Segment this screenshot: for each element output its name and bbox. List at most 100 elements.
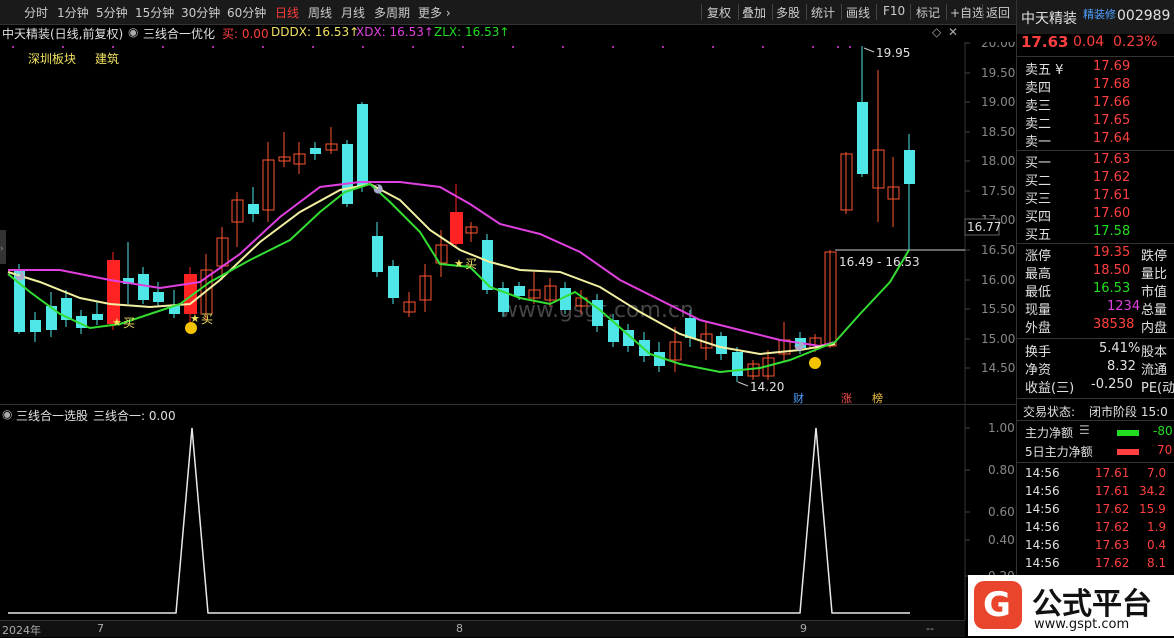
divider <box>738 4 739 20</box>
tab-multi[interactable]: 多周期 <box>374 4 410 21</box>
cur-vol-label: 现量 <box>1025 303 1052 318</box>
pe-label: PE(动 <box>1141 381 1174 396</box>
bid1-price: 17.63 <box>1093 152 1131 167</box>
high-label: 最高 <box>1025 267 1052 282</box>
divider <box>806 4 807 20</box>
date-axis: 2024年 7 8 9 -- <box>0 620 965 637</box>
stats-button[interactable]: 统计 <box>811 4 835 21</box>
diamond-icon[interactable]: ◇ <box>932 25 941 39</box>
divider <box>910 4 911 20</box>
stock-name: 中天精装 <box>1021 11 1077 27</box>
tick-vol: 34.2 <box>1139 484 1166 498</box>
selection-indicator-chart[interactable]: 1.00 0.80 0.60 0.40 0.20 <box>0 405 1016 620</box>
kline-chart[interactable]: www.gsgt.com.cn 20.00 19.50 19.00 18.50 … <box>0 42 1016 405</box>
top-dots <box>12 46 851 48</box>
divider <box>946 4 947 20</box>
buy-marker: 买 <box>123 316 135 330</box>
add-watchlist-button[interactable]: +自选 <box>950 4 984 21</box>
xdx-value: XDX: 16.53↑ <box>356 25 434 39</box>
bid4-price: 17.60 <box>1093 206 1131 221</box>
ask2-label: 卖二 <box>1025 117 1052 132</box>
divider <box>876 4 877 20</box>
quote-panel: 中天精装 精装修 002989 17.63 0.04 0.23% 卖五 ¥ 17… <box>1016 0 1174 636</box>
chart-header: 中天精装(日线,前复权) ◉ 三线合一优化 买: 0.00 DDDX: 16.5… <box>0 24 965 42</box>
ask5-label: 卖五 ¥ <box>1025 63 1064 78</box>
tab-5min[interactable]: 5分钟 <box>96 4 128 21</box>
tab-15min[interactable]: 15分钟 <box>135 4 174 21</box>
bid2-price: 17.62 <box>1093 170 1131 185</box>
zoom-out-button[interactable]: -- <box>926 622 934 635</box>
price-tick: 18.50 <box>981 125 1015 139</box>
outer-label: 外盘 <box>1025 321 1052 336</box>
price-tick: 16.00 <box>981 273 1015 287</box>
bid1-label: 买一 <box>1025 156 1052 171</box>
price-change: 0.04 <box>1073 34 1105 50</box>
chevron-left-icon[interactable]: › <box>0 244 4 254</box>
trade-status: 闭市阶段 15:0 <box>1089 405 1168 419</box>
tick-price: 17.62 <box>1095 520 1130 534</box>
tab-60min[interactable]: 60分钟 <box>227 4 266 21</box>
tab-daily[interactable]: 日线 <box>275 4 299 21</box>
sub-tick: 0.40 <box>988 533 1015 547</box>
turnover-label: 换手 <box>1025 345 1052 360</box>
share-cap-label: 股本 <box>1141 345 1168 360</box>
signal-line <box>8 427 910 614</box>
mktcap-label: 市值 <box>1141 285 1168 300</box>
f10-button[interactable]: F10 <box>883 4 905 18</box>
inner-label: 内盘 <box>1141 321 1168 336</box>
main-net-bar <box>1117 430 1139 436</box>
tab-more[interactable]: 更多 › <box>418 4 451 21</box>
tick-price: 17.63 <box>1095 538 1130 552</box>
main-net-label: 主力净额 <box>1025 426 1074 440</box>
total-vol-label: 总量 <box>1141 303 1168 318</box>
close-icon[interactable]: ✕ <box>948 25 958 39</box>
indicator-dropdown-icon[interactable]: ◉ <box>128 25 138 39</box>
tab-fenshi[interactable]: 分时 <box>24 4 48 21</box>
tab-30min[interactable]: 30分钟 <box>181 4 220 21</box>
back-button[interactable]: 返回 <box>986 4 1010 21</box>
period-toolbar: 分时 1分钟 5分钟 15分钟 30分钟 60分钟 日线 周线 月线 多周期 更… <box>0 0 1016 25</box>
smile-icon <box>809 357 821 369</box>
float-label: 流通 <box>1141 363 1168 378</box>
sector-tag[interactable]: 精装修 <box>1083 6 1116 22</box>
ask2-price: 17.65 <box>1093 113 1131 128</box>
month-label: 9 <box>800 622 807 635</box>
bid3-price: 17.61 <box>1093 188 1131 203</box>
tick-price: 17.61 <box>1095 484 1130 498</box>
tick-vol: 15.9 <box>1139 502 1166 516</box>
tab-1min[interactable]: 1分钟 <box>57 4 89 21</box>
bid3-label: 买三 <box>1025 192 1052 207</box>
tick-time: 14:56 <box>1025 466 1060 480</box>
indicator-name[interactable]: 三线合一优化 <box>143 25 215 42</box>
price-tick: 20.00 <box>981 42 1015 50</box>
event-finance[interactable]: 财 <box>793 391 804 405</box>
overlay-button[interactable]: 叠加 <box>742 4 766 21</box>
bid5-label: 买五 <box>1025 228 1052 243</box>
eps-value: -0.250 <box>1091 377 1133 392</box>
price-tick: 19.50 <box>981 66 1015 80</box>
tick-vol: 0.4 <box>1147 538 1167 552</box>
divider <box>701 4 702 20</box>
divider <box>841 4 842 20</box>
price-change-pct: 0.23% <box>1113 34 1158 50</box>
tick-time: 14:56 <box>1025 556 1060 570</box>
draw-button[interactable]: 画线 <box>846 4 870 21</box>
price-tick: 18.00 <box>981 154 1015 168</box>
buy-marker: 买 <box>465 257 477 271</box>
list-icon[interactable]: ☰ <box>1079 423 1090 437</box>
signal-icon: ◕ <box>794 338 805 352</box>
zlx-value: ZLX: 16.53↑ <box>434 25 510 39</box>
tick-time: 14:56 <box>1025 538 1060 552</box>
tab-weekly[interactable]: 周线 <box>308 4 332 21</box>
multistock-button[interactable]: 多股 <box>776 4 800 21</box>
ask4-price: 17.68 <box>1093 77 1131 92</box>
event-list[interactable]: 榜 <box>872 391 883 405</box>
ask1-label: 卖一 <box>1025 135 1052 150</box>
tab-monthly[interactable]: 月线 <box>341 4 365 21</box>
mark-button[interactable]: 标记 <box>916 4 940 21</box>
sub-tick: 1.00 <box>988 421 1015 435</box>
low-label: 最低 <box>1025 285 1052 300</box>
fuquan-button[interactable]: 复权 <box>707 4 731 21</box>
price-tick: 17.50 <box>981 184 1015 198</box>
buy-star-icon: ★ <box>454 257 464 270</box>
